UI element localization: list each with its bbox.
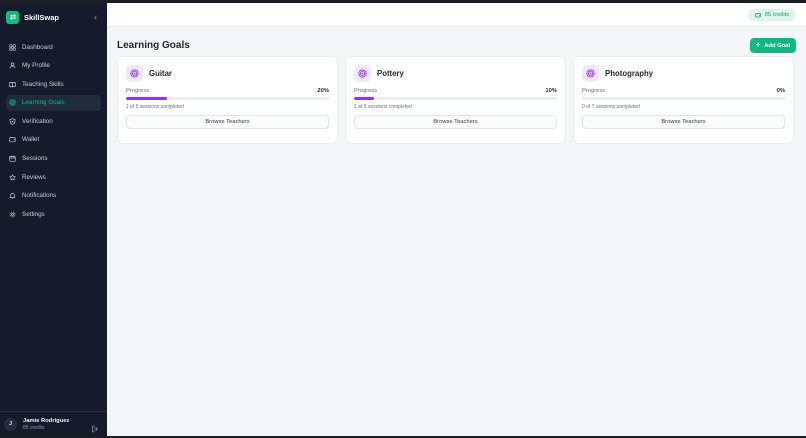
logout-icon[interactable] (91, 420, 99, 433)
swap-icon (6, 10, 19, 24)
sidebar-item-label: Dashboard (22, 43, 53, 51)
goal-card-guitar: Guitar Progress 20% 1 of 5 sessions comp… (117, 56, 338, 144)
user-credits: 85 credits (23, 424, 45, 431)
credits-badge[interactable]: 85 credits (747, 8, 796, 21)
user-icon (9, 62, 16, 69)
sessions-completed: 0 of 7 sessions completed (582, 104, 640, 110)
sidebar-item-label: Learning Goals (22, 99, 65, 107)
progress-fill (354, 97, 375, 100)
sidebar-item-label: Wallet (22, 136, 40, 144)
progress-label: Progress (582, 88, 606, 94)
target-icon (126, 65, 143, 82)
goal-card-header: Guitar (126, 65, 329, 82)
credits-badge-label: 85 credits (764, 11, 789, 18)
browse-teachers-button[interactable]: Browse Teachers (354, 115, 557, 129)
progress-label: Progress (354, 88, 378, 94)
brand: SkillSwap ‹ (0, 3, 107, 31)
progress-percent: 10% (545, 88, 557, 94)
shield-icon (9, 118, 16, 125)
sidebar-item-label: Sessions (22, 155, 48, 163)
brand-name: SkillSwap (24, 12, 60, 22)
goal-name: Guitar (149, 69, 172, 78)
plus-icon: + (756, 42, 761, 49)
goal-name: Pottery (377, 69, 404, 78)
progress-bar (582, 97, 785, 100)
progress-fill (126, 97, 167, 100)
main-content: 85 credits Learning Goals + Add Goal Gui… (107, 3, 806, 436)
progress-percent: 20% (317, 88, 329, 94)
sidebar-item-settings[interactable]: Settings (6, 206, 101, 222)
book-icon (9, 81, 16, 88)
browse-teachers-button[interactable]: Browse Teachers (126, 115, 329, 129)
user-name: Jamie Rodriguez (23, 417, 70, 424)
target-icon (9, 99, 16, 106)
app-window: SkillSwap ‹ Dashboard My Profile Teachin… (0, 3, 806, 436)
sessions-completed: 1 of 8 sessions completed (354, 104, 412, 110)
grid-icon (9, 43, 16, 51)
progress-row: Progress 10% (354, 88, 557, 94)
target-icon (354, 65, 371, 82)
goal-card-header: Pottery (354, 65, 557, 82)
sidebar-item-teaching-skills[interactable]: Teaching Skills (6, 76, 101, 92)
sidebar: SkillSwap ‹ Dashboard My Profile Teachin… (0, 3, 107, 436)
progress-percent: 0% (776, 88, 785, 94)
progress-label: Progress (126, 88, 150, 94)
progress-bar (354, 97, 557, 100)
target-icon (582, 65, 599, 82)
progress-row: Progress 0% (582, 88, 785, 94)
sidebar-item-my-profile[interactable]: My Profile (6, 58, 101, 74)
goal-card-photography: Photography Progress 0% 0 of 7 sessions … (573, 56, 794, 144)
sidebar-item-label: My Profile (22, 62, 50, 70)
add-goal-label: Add Goal (764, 42, 790, 49)
collapse-sidebar-icon[interactable]: ‹ (94, 12, 97, 22)
sidebar-item-verification[interactable]: Verification (6, 113, 101, 129)
add-goal-button[interactable]: + Add Goal (750, 38, 796, 53)
wallet-icon (754, 12, 761, 17)
sidebar-item-label: Settings (22, 210, 45, 218)
sidebar-item-wallet[interactable]: Wallet (6, 132, 101, 148)
progress-bar (126, 97, 329, 100)
user-info: Jamie Rodriguez 85 credits (23, 418, 69, 431)
bell-icon (9, 192, 16, 199)
goal-card-pottery: Pottery Progress 10% 1 of 8 sessions com… (345, 56, 566, 144)
star-icon (9, 174, 16, 181)
sidebar-item-notifications[interactable]: Notifications (6, 188, 101, 204)
sidebar-item-learning-goals[interactable]: Learning Goals (6, 94, 101, 111)
sidebar-item-dashboard[interactable]: Dashboard (6, 39, 101, 55)
user-panel: J Jamie Rodriguez 85 credits (0, 411, 107, 436)
page-title: Learning Goals (117, 40, 190, 51)
calendar-icon (9, 155, 16, 162)
sidebar-item-reviews[interactable]: Reviews (6, 169, 101, 185)
wallet-icon (9, 136, 16, 143)
goal-name: Photography (605, 69, 654, 78)
sidebar-item-label: Teaching Skills (22, 80, 64, 88)
progress-row: Progress 20% (126, 88, 329, 94)
goals-grid: Guitar Progress 20% 1 of 5 sessions comp… (107, 56, 806, 144)
page-header: Learning Goals + Add Goal (107, 38, 806, 53)
gear-icon (9, 211, 16, 218)
sidebar-item-label: Notifications (22, 192, 57, 200)
sessions-completed: 1 of 5 sessions completed (126, 104, 184, 110)
sidebar-nav: Dashboard My Profile Teaching Skills Lea… (0, 39, 107, 222)
sidebar-item-sessions[interactable]: Sessions (6, 151, 101, 167)
browse-teachers-button[interactable]: Browse Teachers (582, 115, 785, 129)
goal-card-header: Photography (582, 65, 785, 82)
avatar[interactable]: J (4, 417, 17, 431)
sidebar-item-label: Verification (22, 117, 53, 125)
sidebar-item-label: Reviews (22, 173, 46, 181)
top-bar: 85 credits (107, 3, 806, 27)
